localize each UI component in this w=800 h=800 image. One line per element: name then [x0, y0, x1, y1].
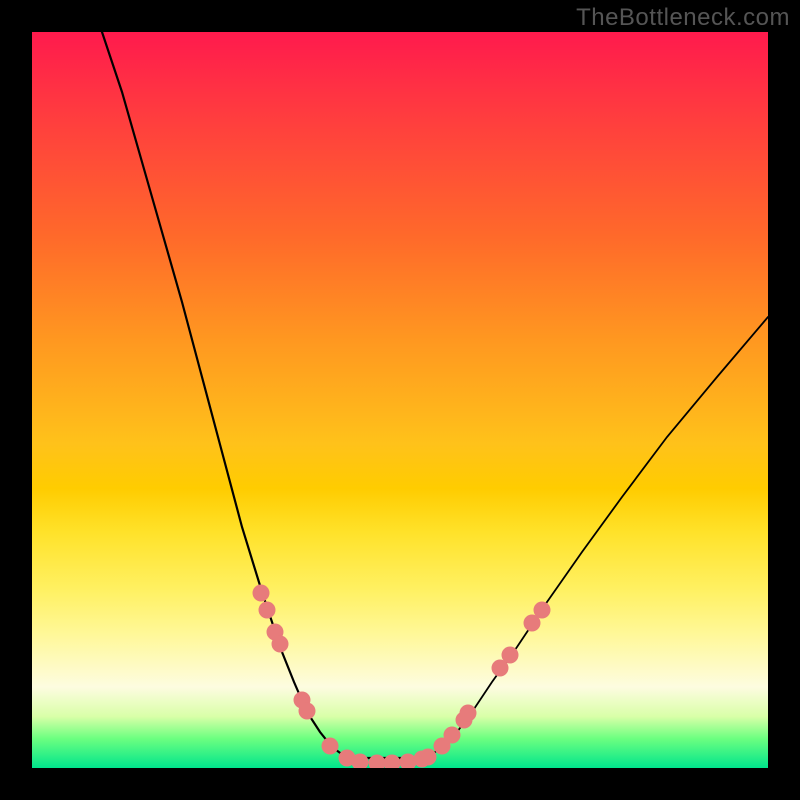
- dot: [502, 647, 519, 664]
- dot: [534, 602, 551, 619]
- dot: [444, 727, 461, 744]
- outer-frame: TheBottleneck.com: [0, 0, 800, 800]
- scatter-dots: [253, 585, 551, 769]
- curves-svg: [32, 32, 768, 768]
- dot: [299, 703, 316, 720]
- curve-left: [102, 32, 347, 758]
- dot: [369, 755, 386, 769]
- dot: [272, 636, 289, 653]
- plot-area: [32, 32, 768, 768]
- dot: [322, 738, 339, 755]
- dot: [259, 602, 276, 619]
- curve-right: [427, 317, 768, 758]
- dot: [460, 705, 477, 722]
- dot: [384, 755, 401, 769]
- dot: [420, 749, 437, 766]
- watermark-text: TheBottleneck.com: [576, 4, 790, 32]
- dot: [253, 585, 270, 602]
